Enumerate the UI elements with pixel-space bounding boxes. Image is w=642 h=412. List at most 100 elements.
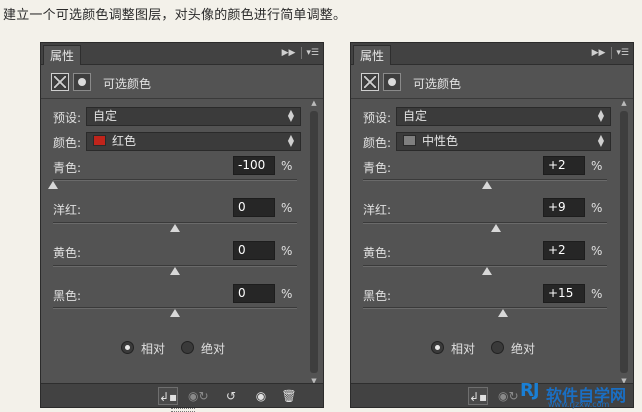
- black-slider-thumb[interactable]: [170, 309, 180, 317]
- black-label: 黑色:: [363, 289, 392, 303]
- colors-value: 红色: [112, 134, 137, 148]
- resize-grip[interactable]: [171, 408, 195, 412]
- black-value-field[interactable]: 0: [233, 284, 275, 303]
- panel-footer: ↲▪ ◉↻ ↺ ◉ 🗑: [41, 383, 323, 407]
- selective-color-icon[interactable]: [51, 73, 69, 91]
- panel-titlebar: 属性 ▶▶ ▾☰: [41, 43, 323, 65]
- view-previous-icon[interactable]: ◉↻: [188, 387, 209, 405]
- trash-icon[interactable]: 🗑: [279, 387, 299, 405]
- eye-icon[interactable]: ◉: [251, 387, 271, 405]
- chevron-updown-icon: ▲ ▼: [287, 133, 294, 148]
- relative-radio[interactable]: [431, 341, 444, 354]
- black-unit: %: [281, 287, 293, 301]
- yellow-value-field[interactable]: +2: [543, 241, 585, 260]
- scroll-thumb[interactable]: [310, 111, 318, 373]
- cyan-slider-thumb[interactable]: [482, 181, 493, 189]
- magenta-slider-thumb[interactable]: [490, 224, 501, 232]
- panel-content: 预设: 自定 ▲ ▼ 颜色: 中性色 ▲ ▼ 青色: +2 % 洋红: +9 % 黄…: [351, 99, 633, 385]
- reset-icon[interactable]: ↺: [221, 387, 241, 405]
- absolute-radio[interactable]: [491, 341, 504, 354]
- layer-mask-icon[interactable]: [73, 73, 91, 91]
- tab-properties[interactable]: 属性: [353, 45, 392, 65]
- panel-header: 可选颜色: [351, 65, 633, 99]
- black-value-field[interactable]: +15: [543, 284, 585, 303]
- black-label: 黑色:: [53, 289, 82, 303]
- yellow-label: 黄色:: [53, 246, 82, 260]
- preset-select[interactable]: 自定 ▲ ▼: [86, 107, 301, 126]
- panel-menu-icon[interactable]: ▾☰: [611, 47, 629, 59]
- panel-header: 可选颜色: [41, 65, 323, 99]
- cyan-label: 青色:: [53, 161, 82, 175]
- colors-select[interactable]: 红色 ▲ ▼: [86, 132, 301, 151]
- black-unit: %: [591, 287, 603, 301]
- panel-content: 预设: 自定 ▲ ▼ 颜色: 红色 ▲ ▼ 青色: -100 % 洋红: 0 % 黄…: [41, 99, 323, 385]
- yellow-slider-thumb[interactable]: [482, 267, 493, 275]
- color-swatch: [403, 135, 416, 146]
- preset-label: 预设:: [363, 111, 392, 125]
- selective-color-icon[interactable]: [361, 73, 379, 91]
- relative-label: 相对: [141, 342, 166, 356]
- yellow-label: 黄色:: [363, 246, 392, 260]
- cyan-value-field[interactable]: +2: [543, 156, 585, 175]
- black-slider-track[interactable]: [363, 307, 607, 309]
- magenta-unit: %: [591, 201, 603, 215]
- scroll-up-icon[interactable]: ▲: [309, 99, 319, 107]
- panel-titlebar: 属性 ▶▶ ▾☰: [351, 43, 633, 65]
- magenta-label: 洋红:: [53, 203, 82, 217]
- chevron-updown-icon: ▲ ▼: [597, 108, 604, 123]
- absolute-label: 绝对: [201, 342, 226, 356]
- properties-panel-left: 属性 ▶▶ ▾☰ 可选颜色 预设: 自定 ▲ ▼ 颜色: 红色 ▲ ▼ 青色: -1…: [40, 42, 324, 412]
- watermark-url: www.rjzxw.com: [548, 400, 610, 409]
- magenta-value-field[interactable]: 0: [233, 198, 275, 217]
- cyan-slider-track[interactable]: [53, 179, 297, 181]
- cyan-unit: %: [591, 159, 603, 173]
- absolute-label: 绝对: [511, 342, 536, 356]
- black-slider-thumb[interactable]: [498, 309, 509, 317]
- magenta-slider-track[interactable]: [363, 222, 607, 224]
- preset-value: 自定: [93, 109, 118, 123]
- cyan-slider-thumb[interactable]: [48, 181, 58, 189]
- tab-properties[interactable]: 属性: [43, 45, 82, 65]
- yellow-slider-thumb[interactable]: [170, 267, 180, 275]
- magenta-unit: %: [281, 201, 293, 215]
- panel-title: 可选颜色: [103, 77, 152, 91]
- preset-select[interactable]: 自定 ▲ ▼: [396, 107, 611, 126]
- cyan-label: 青色:: [363, 161, 392, 175]
- colors-label: 颜色:: [363, 136, 392, 150]
- cyan-unit: %: [281, 159, 293, 173]
- scroll-up-icon[interactable]: ▲: [619, 99, 629, 107]
- magenta-slider-thumb[interactable]: [170, 224, 180, 232]
- preset-label: 预设:: [53, 111, 82, 125]
- panel-title: 可选颜色: [413, 77, 462, 91]
- colors-label: 颜色:: [53, 136, 82, 150]
- double-arrow-icon[interactable]: ▶▶: [592, 47, 606, 59]
- layer-mask-icon[interactable]: [383, 73, 401, 91]
- clip-to-layer-icon[interactable]: ↲▪: [468, 387, 488, 405]
- colors-value: 中性色: [422, 134, 459, 148]
- magenta-label: 洋红:: [363, 203, 392, 217]
- magenta-value-field[interactable]: +9: [543, 198, 585, 217]
- preset-value: 自定: [403, 109, 428, 123]
- relative-radio[interactable]: [121, 341, 134, 354]
- relative-label: 相对: [451, 342, 476, 356]
- panel-menu-icon[interactable]: ▾☰: [301, 47, 319, 59]
- absolute-radio[interactable]: [181, 341, 194, 354]
- view-previous-icon[interactable]: ◉↻: [498, 387, 519, 405]
- scroll-thumb[interactable]: [620, 111, 628, 373]
- watermark-logo: RJ: [520, 380, 540, 401]
- site-watermark: RJ 软件自学网 www.rjzxw.com: [520, 380, 640, 410]
- yellow-value-field[interactable]: 0: [233, 241, 275, 260]
- color-swatch: [93, 135, 106, 146]
- chevron-updown-icon: ▲ ▼: [287, 108, 294, 123]
- clip-to-layer-icon[interactable]: ↲▪: [158, 387, 178, 405]
- chevron-updown-icon: ▲ ▼: [597, 133, 604, 148]
- panel-scrollbar[interactable]: ▲ ▼: [309, 99, 319, 385]
- properties-panel-right: 属性 ▶▶ ▾☰ 可选颜色 预设: 自定 ▲ ▼ 颜色: 中性色 ▲ ▼ 青色: +…: [350, 42, 634, 408]
- yellow-unit: %: [591, 244, 603, 258]
- double-arrow-icon[interactable]: ▶▶: [282, 47, 296, 59]
- cyan-value-field[interactable]: -100: [233, 156, 275, 175]
- page-caption: 建立一个可选颜色调整图层，对头像的颜色进行简单调整。: [3, 8, 347, 23]
- panel-scrollbar[interactable]: ▲ ▼: [619, 99, 629, 385]
- yellow-unit: %: [281, 244, 293, 258]
- colors-select[interactable]: 中性色 ▲ ▼: [396, 132, 611, 151]
